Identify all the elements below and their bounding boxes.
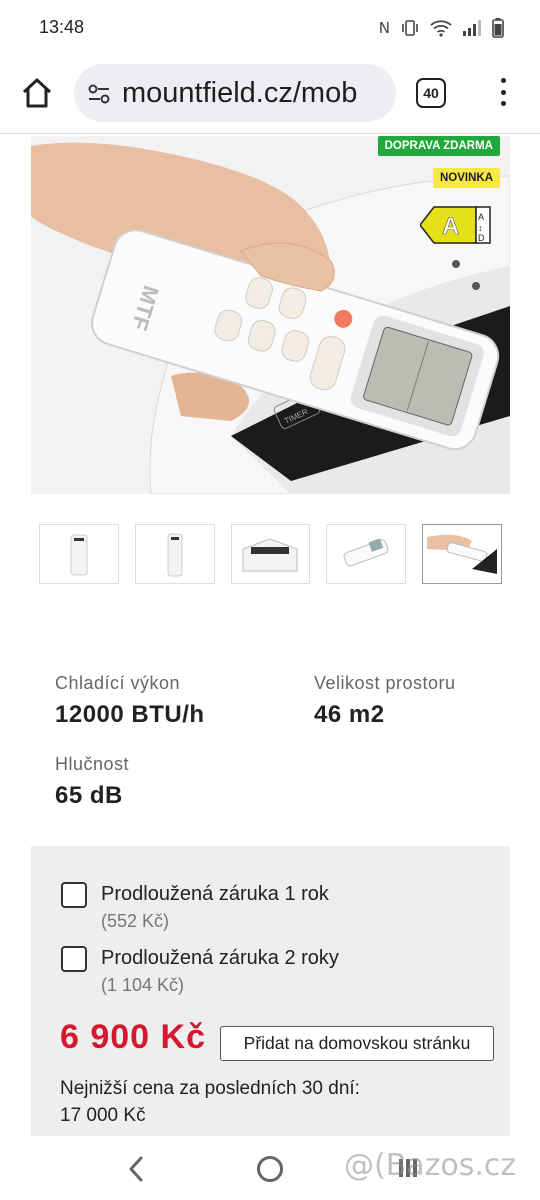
warranty-2-title[interactable]: Prodloužená záruka 2 roky <box>101 947 339 970</box>
svg-text:A: A <box>478 212 484 222</box>
warranty-option-2[interactable] <box>61 946 87 972</box>
energy-class: A <box>442 213 459 240</box>
warranty-1-checkbox[interactable] <box>61 882 87 908</box>
remote-in-hand-illustration: TIMER MTF <box>31 142 510 494</box>
status-icons: Ν <box>379 14 504 42</box>
warranty-1-price: (552 Kč) <box>101 911 170 931</box>
browser-toolbar: mountfield.cz/mob 40 <box>0 58 540 134</box>
thumb-unit-front[interactable] <box>39 524 119 584</box>
room-size-value: 46 m2 <box>314 701 385 728</box>
cooling-power-label: Chladící výkon <box>55 673 181 693</box>
noise-label: Hlučnost <box>55 754 130 774</box>
vibrate-icon <box>402 20 418 36</box>
thumb-remote-hand[interactable] <box>422 524 502 584</box>
warranty-option-1[interactable] <box>61 882 87 908</box>
system-nav-bar: @(Bazos.cz <box>0 1140 540 1200</box>
add-to-home-screen-button[interactable]: Přidat na domovskou stránku <box>220 1026 494 1061</box>
warranty-2-checkbox[interactable] <box>61 946 87 972</box>
address-bar[interactable]: mountfield.cz/mob <box>74 64 396 122</box>
status-time: 13:48 <box>39 17 85 37</box>
thumb-unit-top[interactable] <box>230 524 311 584</box>
free-shipping-badge: DOPRAVA ZDARMA <box>377 136 500 156</box>
warranty-1-title[interactable]: Prodloužená záruka 1 rok <box>101 883 329 906</box>
purchase-panel: Prodloužená záruka 1 rok (552 Kč) Prodlo… <box>31 846 510 1136</box>
new-badge: NOVINKA <box>432 168 500 188</box>
svg-text:D: D <box>478 233 485 243</box>
tab-switcher-button[interactable]: 40 <box>416 78 446 108</box>
home-button[interactable] <box>18 74 56 112</box>
product-main-image[interactable]: TIMER MTF DOPRAVA ZDARMA NOVINKA A A ↕ D <box>31 136 510 494</box>
back-icon[interactable] <box>124 1154 148 1184</box>
nfc-icon: Ν <box>378 19 390 37</box>
home-nav-icon[interactable] <box>257 1156 283 1182</box>
signal-icon <box>463 20 481 36</box>
url-text: mountfield.cz/mob <box>122 77 358 109</box>
svg-text:↕: ↕ <box>478 223 483 233</box>
lowest-price-value: 17 000 Kč <box>60 1105 146 1126</box>
cooling-power-value: 12000 BTU/h <box>55 701 205 728</box>
home-icon <box>22 78 52 108</box>
lowest-price-label: Nejnižší cena za posledních 30 dní: <box>60 1078 360 1099</box>
status-bar: 13:48 Ν <box>0 0 540 58</box>
thumbnail-strip <box>39 524 502 584</box>
site-settings-icon[interactable] <box>88 84 110 104</box>
wifi-icon <box>430 20 452 37</box>
watermark-text: @(Bazos.cz <box>344 1148 517 1183</box>
thumb-unit-side[interactable] <box>134 524 215 584</box>
energy-class-label-icon: A A ↕ D <box>420 206 491 244</box>
room-size-label: Velikost prostoru <box>314 673 456 693</box>
thumb-remote[interactable] <box>326 524 407 584</box>
more-menu-icon[interactable] <box>494 74 512 110</box>
battery-icon <box>492 18 504 38</box>
noise-value: 65 dB <box>55 782 123 809</box>
warranty-2-price: (1 104 Kč) <box>101 975 185 995</box>
product-price: 6 900 Kč <box>60 1018 206 1056</box>
